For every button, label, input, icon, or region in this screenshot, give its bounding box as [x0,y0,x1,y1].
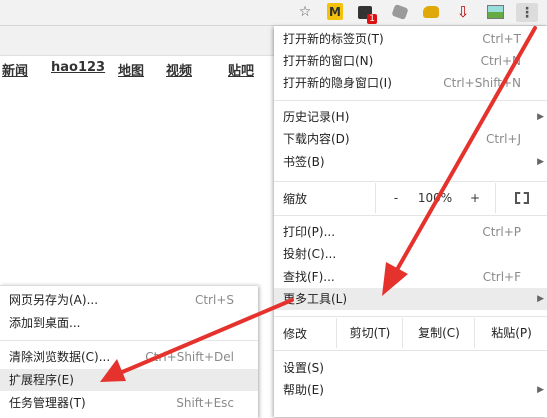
edit-row: 修改 剪切(T) 复制(C) 粘贴(P) [274,318,547,348]
menu-item-print[interactable]: 打印(P)... Ctrl+P [274,221,547,243]
menu-item-label: 添加到桌面... [9,316,81,330]
zoom-out-button[interactable]: - [375,183,416,213]
submenu-item-add-to-desktop[interactable]: 添加到桌面... [0,312,258,334]
page-nav: 新闻 hao123 地图 视频 贴吧 [0,58,260,80]
extension-puzzle-icon[interactable] [391,3,409,21]
submenu-item-save-page[interactable]: 网页另存为(A)... Ctrl+S [0,289,258,311]
zoom-in-button[interactable]: + [455,183,495,213]
menu-separator [274,350,547,351]
extension-m-icon[interactable]: M [327,3,343,20]
menu-item-shortcut: Ctrl+Shift+N [443,76,521,90]
nav-link-video[interactable]: 视频 [166,60,192,79]
more-tools-submenu: 网页另存为(A)... Ctrl+S 添加到桌面... 清除浏览数据(C)... C… [0,285,258,418]
menu-item-find[interactable]: 查找(F)... Ctrl+F [274,266,547,288]
menu-item-label: 打印(P)... [283,225,336,239]
menu-item-shortcut: Ctrl+S [194,293,234,307]
menu-item-new-window[interactable]: 打开新的窗口(N) Ctrl+N [274,50,547,72]
menu-item-label: 投射(C)... [283,247,337,261]
submenu-item-clear-data[interactable]: 清除浏览数据(C)... Ctrl+Shift+Del [0,346,258,368]
edit-label: 修改 [283,327,308,341]
zoom-label: 缩放 [283,192,308,206]
zoom-value: 100% [417,191,453,205]
browser-main-menu: 打开新的标签页(T) Ctrl+T 打开新的窗口(N) Ctrl+N 打开新的隐身窗… [274,26,547,417]
menu-item-new-incognito[interactable]: 打开新的隐身窗口(I) Ctrl+Shift+N [274,72,547,94]
submenu-arrow-icon: ▶ [537,112,544,122]
menu-separator [274,181,547,182]
paste-button[interactable]: 粘贴(P) [474,318,547,348]
menu-separator [274,316,547,317]
submenu-item-extensions[interactable]: 扩展程序(E) [0,369,258,391]
nav-link-map[interactable]: 地图 [118,60,144,79]
submenu-arrow-icon: ▶ [537,385,544,395]
nav-link-hao123[interactable]: hao123 [51,60,105,75]
browser-toolbar: ☆ M 1 ⇩ ⋮ [0,0,547,26]
menu-separator [0,340,258,341]
nav-link-news[interactable]: 新闻 [2,60,28,79]
menu-item-cast[interactable]: 投射(C)... [274,243,547,265]
menu-item-label: 历史记录(H) [283,110,350,124]
menu-item-label: 网页另存为(A)... [9,293,99,307]
menu-item-downloads[interactable]: 下载内容(D) Ctrl+J [274,128,547,150]
menu-item-label: 更多工具(L) [283,292,348,306]
menu-item-bookmarks[interactable]: 书签(B) ▶ [274,151,547,173]
menu-item-label: 设置(S) [283,361,324,375]
menu-item-shortcut: Ctrl+J [486,132,521,146]
menu-item-more-tools[interactable]: 更多工具(L) ▶ [274,288,547,310]
fullscreen-button[interactable] [495,183,547,213]
menu-item-label: 任务管理器(T) [9,396,86,410]
menu-item-shortcut: Ctrl+N [480,54,521,68]
menu-separator [274,215,547,216]
submenu-arrow-icon: ▶ [537,294,544,304]
menu-item-label: 清除浏览数据(C)... [9,350,111,364]
menu-item-settings[interactable]: 设置(S) [274,357,547,379]
submenu-item-task-manager[interactable]: 任务管理器(T) Shift+Esc [0,392,258,414]
menu-dots-glyph: ⋮ [520,4,534,21]
extension-m-label: M [329,4,341,19]
menu-item-label: 打开新的标签页(T) [283,32,384,46]
menu-item-label: 书签(B) [283,155,325,169]
extension-badge-icon[interactable]: 1 [356,3,377,24]
nav-link-tieba[interactable]: 贴吧 [228,60,254,79]
extension-download-icon[interactable]: ⇩ [454,3,472,21]
menu-item-shortcut: Shift+Esc [176,396,234,410]
menu-item-new-tab[interactable]: 打开新的标签页(T) Ctrl+T [274,28,547,50]
menu-item-shortcut: Ctrl+T [482,32,521,46]
menu-separator [274,100,547,101]
extension-image-icon[interactable] [486,3,504,21]
submenu-arrow-icon: ▶ [537,157,544,167]
star-icon[interactable]: ☆ [296,3,314,21]
menu-item-label: 帮助(E) [283,383,324,397]
fullscreen-icon [515,192,529,204]
copy-button[interactable]: 复制(C) [402,318,475,348]
zoom-row: 缩放 - 100% + [274,183,547,213]
menu-item-shortcut: Ctrl+F [482,270,521,284]
menu-dots-icon[interactable]: ⋮ [516,3,538,22]
menu-item-label: 查找(F)... [283,270,335,284]
menu-item-history[interactable]: 历史记录(H) ▶ [274,106,547,128]
extension-dog-icon[interactable] [422,3,440,21]
menu-item-shortcut: Ctrl+Shift+Del [145,350,234,364]
menu-item-label: 打开新的隐身窗口(I) [283,76,392,90]
menu-item-shortcut: Ctrl+P [482,225,521,239]
menu-item-label: 打开新的窗口(N) [283,54,374,68]
cut-button[interactable]: 剪切(T) [336,318,403,348]
menu-item-label: 扩展程序(E) [9,373,74,387]
extension-badge-count: 1 [367,14,377,24]
menu-item-help[interactable]: 帮助(E) ▶ [274,379,547,401]
menu-item-label: 下载内容(D) [283,132,350,146]
